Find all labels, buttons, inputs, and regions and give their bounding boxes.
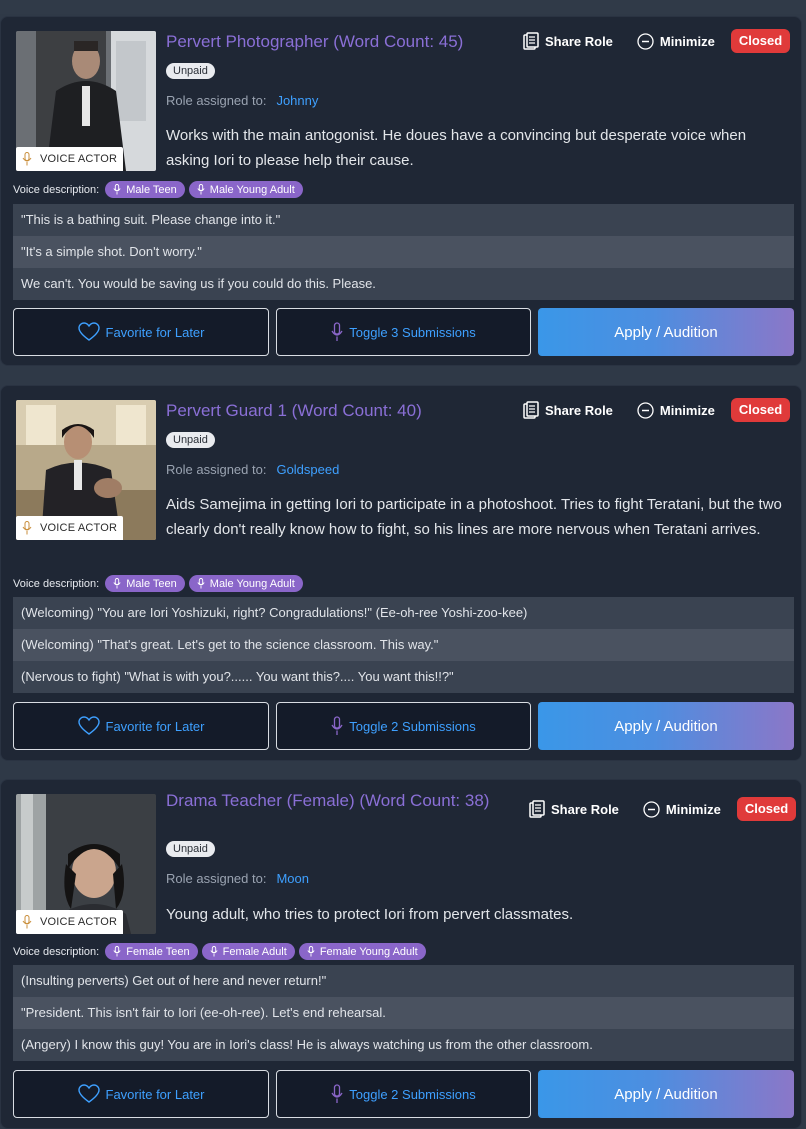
role-description: Aids Samejima in getting Iori to partici…	[166, 496, 782, 538]
voice-tag: Male Young Adult	[188, 181, 303, 198]
role-assigned: Role assigned to: Johnny	[166, 93, 319, 108]
share-role-button[interactable]: Share Role	[529, 800, 619, 818]
minimize-button[interactable]: Minimize	[643, 800, 721, 818]
apply-audition-button[interactable]: Apply / Audition	[538, 702, 794, 750]
role-actions: Share Role Minimize Closed	[523, 398, 791, 422]
share-role-button[interactable]: Share Role	[523, 401, 613, 419]
voice-actor-label: VOICE ACTOR	[40, 916, 118, 928]
role-image: VOICE ACTOR	[16, 400, 156, 540]
minimize-button[interactable]: Minimize	[637, 32, 715, 50]
role-image: VOICE ACTOR	[16, 794, 156, 934]
assigned-user-link[interactable]: Johnny	[276, 93, 318, 108]
role-actions: Share Role Minimize Closed	[529, 797, 797, 821]
clipboard-icon	[529, 800, 545, 818]
assigned-user-link[interactable]: Goldspeed	[276, 462, 339, 477]
toggle-submissions-button[interactable]: Toggle 2 Submissions	[276, 702, 531, 750]
heart-icon	[77, 322, 100, 341]
role-assigned: Role assigned to: Moon	[166, 871, 309, 886]
script-line: (Angery) I know this guy! You are in Ior…	[13, 1029, 794, 1061]
microphone-icon	[331, 1084, 343, 1103]
role-title: Pervert Photographer (Word Count: 45)	[166, 32, 464, 51]
closed-badge: Closed	[736, 797, 797, 821]
script-line: "President. This isn't fair to Iori (ee-…	[13, 997, 794, 1029]
favorite-button[interactable]: Favorite for Later	[13, 308, 269, 356]
microphone-icon	[331, 322, 343, 341]
script-line: (Insulting perverts) Get out of here and…	[13, 965, 794, 997]
role-title: Pervert Guard 1 (Word Count: 40)	[166, 401, 422, 420]
top-band	[0, 0, 806, 14]
minus-circle-icon	[637, 32, 654, 50]
minus-circle-icon	[637, 401, 654, 419]
role-title: Drama Teacher (Female) (Word Count: 38)	[166, 791, 490, 810]
script-lines: (Welcoming) "You are Iori Yoshizuki, rig…	[13, 597, 794, 693]
unpaid-badge: Unpaid	[166, 841, 215, 857]
microphone-icon	[197, 184, 205, 195]
microphone-icon	[307, 946, 315, 957]
voice-actor-badge: VOICE ACTOR	[16, 516, 124, 540]
voice-tag: Female Teen	[105, 943, 198, 960]
toggle-submissions-button[interactable]: Toggle 3 Submissions	[276, 308, 531, 356]
script-line: "This is a bathing suit. Please change i…	[13, 204, 794, 236]
microphone-icon	[331, 716, 343, 735]
unpaid-badge: Unpaid	[166, 63, 215, 79]
unpaid-badge: Unpaid	[166, 432, 215, 448]
apply-audition-button[interactable]: Apply / Audition	[538, 1070, 794, 1118]
voice-tag: Female Adult	[201, 943, 295, 960]
apply-audition-button[interactable]: Apply / Audition	[538, 308, 794, 356]
role-card: VOICE ACTOR Drama Teacher (Female) (Word…	[0, 779, 802, 1129]
script-lines: "This is a bathing suit. Please change i…	[13, 204, 794, 300]
script-line: (Welcoming) "You are Iori Yoshizuki, rig…	[13, 597, 794, 629]
voice-tag: Male Teen	[105, 181, 185, 198]
role-actions: Share Role Minimize Closed	[523, 29, 791, 53]
voice-tag: Male Young Adult	[188, 575, 303, 592]
minimize-button[interactable]: Minimize	[637, 401, 715, 419]
voice-description: Voice description: Male Teen Male Young …	[13, 575, 303, 592]
microphone-icon	[113, 946, 121, 957]
microphone-icon	[22, 915, 32, 929]
clipboard-icon	[523, 32, 539, 50]
voice-actor-label: VOICE ACTOR	[40, 522, 118, 534]
script-line: We can't. You would be saving us if you …	[13, 268, 794, 300]
closed-badge: Closed	[730, 29, 791, 53]
role-card: VOICE ACTOR Pervert Guard 1 (Word Count:…	[0, 385, 802, 761]
microphone-icon	[113, 578, 121, 589]
voice-actor-badge: VOICE ACTOR	[16, 910, 124, 934]
microphone-icon	[22, 521, 32, 535]
voice-tag: Female Young Adult	[298, 943, 426, 960]
microphone-icon	[197, 578, 205, 589]
script-line: "It's a simple shot. Don't worry."	[13, 236, 794, 268]
clipboard-icon	[523, 401, 539, 419]
assigned-user-link[interactable]: Moon	[276, 871, 309, 886]
script-line: (Nervous to fight) "What is with you?...…	[13, 661, 794, 693]
role-description: Works with the main antogonist. He doues…	[166, 127, 747, 169]
role-assigned: Role assigned to: Goldspeed	[166, 462, 340, 477]
microphone-icon	[22, 152, 32, 166]
role-image: VOICE ACTOR	[16, 31, 156, 171]
toggle-submissions-button[interactable]: Toggle 2 Submissions	[276, 1070, 531, 1118]
microphone-icon	[113, 184, 121, 195]
voice-tag: Male Teen	[105, 575, 185, 592]
heart-icon	[77, 716, 100, 735]
microphone-icon	[210, 946, 218, 957]
voice-actor-badge: VOICE ACTOR	[16, 147, 124, 171]
heart-icon	[77, 1084, 100, 1103]
voice-description: Voice description: Female Teen Female Ad…	[13, 943, 426, 960]
role-card: VOICE ACTOR Pervert Photographer (Word C…	[0, 16, 802, 366]
minus-circle-icon	[643, 800, 660, 818]
role-description: Young adult, who tries to protect Iori f…	[166, 906, 574, 923]
closed-badge: Closed	[730, 398, 791, 422]
favorite-button[interactable]: Favorite for Later	[13, 702, 269, 750]
script-lines: (Insulting perverts) Get out of here and…	[13, 965, 794, 1061]
script-line: (Welcoming) "That's great. Let's get to …	[13, 629, 794, 661]
voice-actor-label: VOICE ACTOR	[40, 153, 118, 165]
voice-description: Voice description: Male Teen Male Young …	[13, 181, 303, 198]
favorite-button[interactable]: Favorite for Later	[13, 1070, 269, 1118]
share-role-button[interactable]: Share Role	[523, 32, 613, 50]
